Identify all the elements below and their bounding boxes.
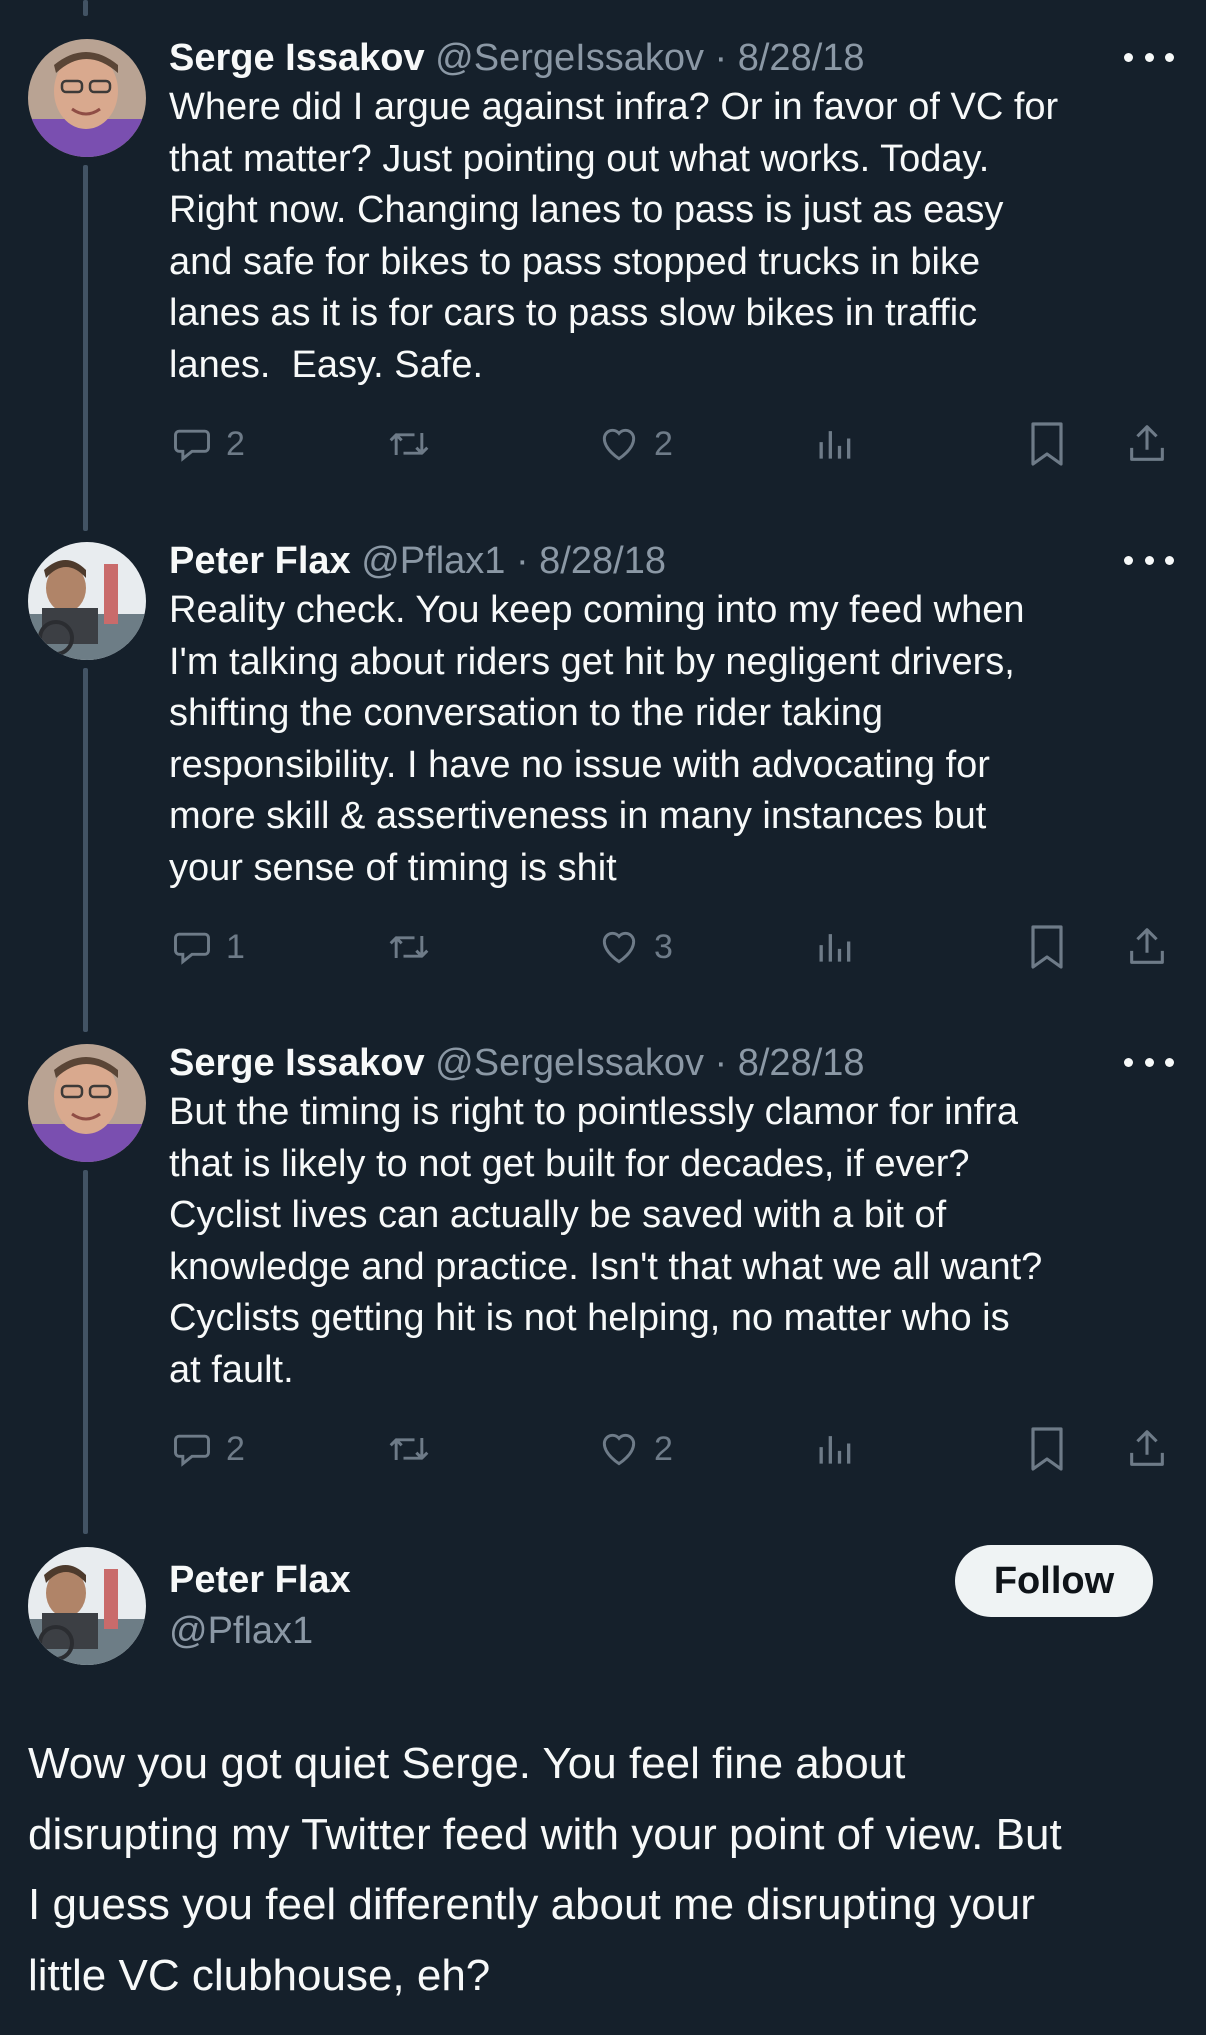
- retweet-button[interactable]: [385, 917, 433, 977]
- author-handle[interactable]: @Pflax1: [169, 1607, 313, 1655]
- share-button[interactable]: [1124, 1419, 1170, 1479]
- like-button[interactable]: 2: [596, 414, 673, 474]
- retweet-icon: [389, 433, 429, 455]
- tweet-actions: 2 2: [0, 414, 1206, 474]
- bookmark-button[interactable]: [1026, 414, 1068, 474]
- more-icon[interactable]: [1124, 545, 1174, 575]
- tweet-header: Serge Issakov @SergeIssakov · 8/28/18: [169, 34, 865, 82]
- views-icon: [819, 431, 851, 459]
- like-icon: [602, 1433, 636, 1466]
- more-icon[interactable]: [1124, 1047, 1174, 1077]
- reply-icon: [174, 429, 210, 462]
- reply-button[interactable]: 2: [170, 1419, 245, 1479]
- author-name[interactable]: Peter Flax: [169, 540, 351, 582]
- thread-line: [83, 1170, 88, 1534]
- like-button[interactable]: 3: [596, 917, 673, 977]
- reply-count: 2: [226, 1429, 245, 1468]
- tweet-text: But the timing is right to pointlessly c…: [169, 1091, 1043, 1391]
- views-icon: [819, 934, 851, 962]
- avatar[interactable]: [28, 1547, 146, 1665]
- author-handle-date[interactable]: @Pflax1 · 8/28/18: [361, 540, 666, 582]
- retweet-button[interactable]: [385, 1419, 433, 1479]
- avatar[interactable]: [28, 1044, 146, 1162]
- thread-line: [83, 165, 88, 531]
- bookmark-icon: [1031, 925, 1063, 969]
- follow-button[interactable]: Follow: [955, 1545, 1153, 1617]
- bookmark-icon: [1031, 1427, 1063, 1471]
- tweet-thread: Serge Issakov @SergeIssakov · 8/28/18 Wh…: [0, 0, 1206, 2035]
- like-count: 3: [654, 927, 673, 966]
- bookmark-button[interactable]: [1026, 917, 1068, 977]
- thread-line: [83, 0, 88, 16]
- author-handle-date[interactable]: @SergeIssakov · 8/28/18: [435, 1042, 864, 1084]
- author-handle-date[interactable]: @SergeIssakov · 8/28/18: [435, 37, 864, 79]
- retweet-button[interactable]: [385, 414, 433, 474]
- author-name[interactable]: Peter Flax: [169, 1556, 351, 1604]
- reply-count: 1: [226, 927, 245, 966]
- views-icon: [819, 1436, 851, 1464]
- tweet-actions: 1 3: [0, 917, 1206, 977]
- tweet-text: Reality check. You keep coming into my f…: [169, 589, 1025, 889]
- views-button[interactable]: [812, 917, 856, 977]
- share-button[interactable]: [1124, 414, 1170, 474]
- views-button[interactable]: [812, 414, 856, 474]
- like-count: 2: [654, 424, 673, 463]
- author-name[interactable]: Serge Issakov: [169, 1042, 425, 1084]
- like-count: 2: [654, 1429, 673, 1468]
- reply-count: 2: [226, 424, 245, 463]
- author-name[interactable]: Serge Issakov: [169, 37, 425, 79]
- more-icon[interactable]: [1124, 42, 1174, 72]
- retweet-icon: [389, 936, 429, 958]
- share-button[interactable]: [1124, 917, 1170, 977]
- avatar[interactable]: [28, 542, 146, 660]
- reply-icon: [174, 1434, 210, 1467]
- main-tweet-text: Wow you got quiet Serge. You feel fine a…: [28, 1739, 1062, 2000]
- tweet-header: Serge Issakov @SergeIssakov · 8/28/18: [169, 1039, 865, 1087]
- bookmark-icon: [1031, 422, 1063, 466]
- like-icon: [602, 428, 636, 461]
- share-icon: [1130, 1430, 1164, 1466]
- reply-button[interactable]: 1: [170, 917, 245, 977]
- views-button[interactable]: [812, 1419, 856, 1479]
- like-button[interactable]: 2: [596, 1419, 673, 1479]
- share-icon: [1130, 425, 1164, 461]
- reply-button[interactable]: 2: [170, 414, 245, 474]
- thread-line: [83, 668, 88, 1032]
- tweet-text: Where did I argue against infra? Or in f…: [169, 86, 1059, 386]
- tweet-actions: 2 2: [0, 1419, 1206, 1479]
- reply-icon: [174, 932, 210, 965]
- like-icon: [602, 931, 636, 964]
- retweet-icon: [389, 1438, 429, 1460]
- avatar[interactable]: [28, 39, 146, 157]
- tweet-header: Peter Flax @Pflax1 · 8/28/18: [169, 537, 666, 585]
- share-icon: [1130, 928, 1164, 964]
- bookmark-button[interactable]: [1026, 1419, 1068, 1479]
